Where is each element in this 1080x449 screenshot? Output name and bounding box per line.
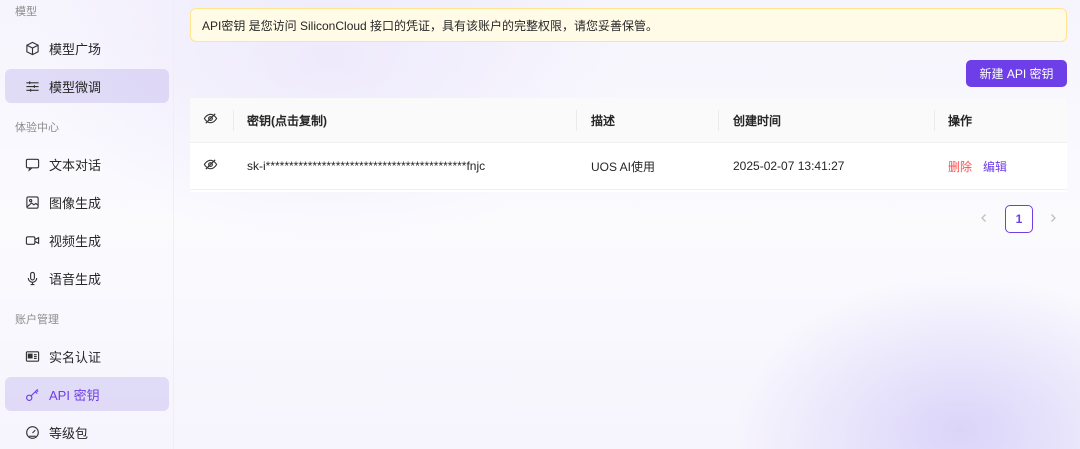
- microphone-icon: [25, 271, 40, 286]
- sidebar-item-label: 文本对话: [49, 157, 102, 173]
- sidebar-item-level-pack[interactable]: 等级包: [5, 415, 169, 449]
- column-header-description: 描述: [591, 113, 616, 128]
- sidebar-item-label: 图像生成: [49, 195, 102, 211]
- app-root: 模型 模型广场 模型微调 体验中心 文本对话 图像生成 视频生成 语音生成 账户…: [0, 0, 1080, 449]
- sidebar-item-voice-gen[interactable]: 语音生成: [5, 261, 169, 295]
- table-row: sk-i************************************…: [190, 143, 1067, 190]
- chevron-left-icon: [979, 210, 989, 228]
- sidebar-item-label: 模型广场: [49, 41, 102, 57]
- column-separator: [576, 110, 577, 131]
- sliders-icon: [25, 79, 40, 94]
- api-key-description: UOS AI使用: [591, 159, 656, 174]
- column-header-created: 创建时间: [733, 113, 782, 128]
- sidebar-item-real-name[interactable]: 实名认证: [5, 339, 169, 373]
- edit-key-link[interactable]: 编辑: [983, 158, 1007, 175]
- pagination-prev-button[interactable]: [972, 206, 996, 232]
- sidebar-item-label: 模型微调: [49, 79, 102, 95]
- eye-off-icon: [203, 157, 218, 175]
- column-header-actions: 操作: [948, 113, 973, 128]
- column-separator: [718, 110, 719, 131]
- gauge-icon: [25, 425, 40, 440]
- sidebar-item-video-gen[interactable]: 视频生成: [5, 223, 169, 257]
- sidebar-group-experience: 体验中心: [15, 122, 59, 134]
- column-header-key: 密钥(点击复制): [247, 113, 327, 128]
- api-key-table: 密钥(点击复制) 描述 创建时间 操作 sk-i****************…: [190, 98, 1067, 192]
- row-actions: 删除 编辑: [948, 143, 1007, 189]
- sidebar: 模型 模型广场 模型微调 体验中心 文本对话 图像生成 视频生成 语音生成 账户…: [0, 0, 174, 449]
- sidebar-item-label: 视频生成: [49, 233, 102, 249]
- api-key-value[interactable]: sk-i************************************…: [247, 143, 485, 189]
- sidebar-group-models: 模型: [15, 6, 37, 18]
- image-icon: [25, 195, 40, 210]
- sidebar-item-api-key[interactable]: API 密钥: [5, 377, 169, 411]
- column-separator: [233, 110, 234, 131]
- toggle-key-visibility-button[interactable]: [203, 143, 223, 189]
- sidebar-item-model-square[interactable]: 模型广场: [5, 31, 169, 65]
- sidebar-item-label: API 密钥: [49, 387, 100, 403]
- sidebar-item-label: 实名认证: [49, 349, 102, 365]
- sidebar-item-image-gen[interactable]: 图像生成: [5, 185, 169, 219]
- column-separator: [934, 110, 935, 131]
- cube-icon: [25, 41, 40, 56]
- toggle-visibility-all-button[interactable]: [203, 98, 223, 142]
- api-key-created-time: 2025-02-07 13:41:27: [733, 159, 845, 173]
- sidebar-item-text-chat[interactable]: 文本对话: [5, 147, 169, 181]
- api-key-notice: API密钥 是您访问 SiliconCloud 接口的凭证，具有该账户的完整权限…: [190, 8, 1067, 42]
- chat-icon: [25, 157, 40, 172]
- table-header: 密钥(点击复制) 描述 创建时间 操作: [190, 98, 1067, 143]
- pagination-page-current[interactable]: 1: [1005, 205, 1033, 233]
- sidebar-item-model-finetune[interactable]: 模型微调: [5, 69, 169, 103]
- id-card-icon: [25, 349, 40, 364]
- chevron-right-icon: [1048, 210, 1058, 228]
- sidebar-item-label: 等级包: [49, 425, 89, 441]
- video-icon: [25, 233, 40, 248]
- new-api-key-button[interactable]: 新建 API 密钥: [966, 60, 1067, 87]
- pagination-next-button[interactable]: [1041, 206, 1065, 232]
- eye-off-icon: [203, 111, 218, 129]
- key-icon: [25, 387, 40, 402]
- sidebar-item-label: 语音生成: [49, 271, 102, 287]
- sidebar-group-account: 账户管理: [15, 314, 59, 326]
- notice-text: API密钥 是您访问 SiliconCloud 接口的凭证，具有该账户的完整权限…: [202, 18, 659, 33]
- delete-key-link[interactable]: 删除: [948, 158, 972, 175]
